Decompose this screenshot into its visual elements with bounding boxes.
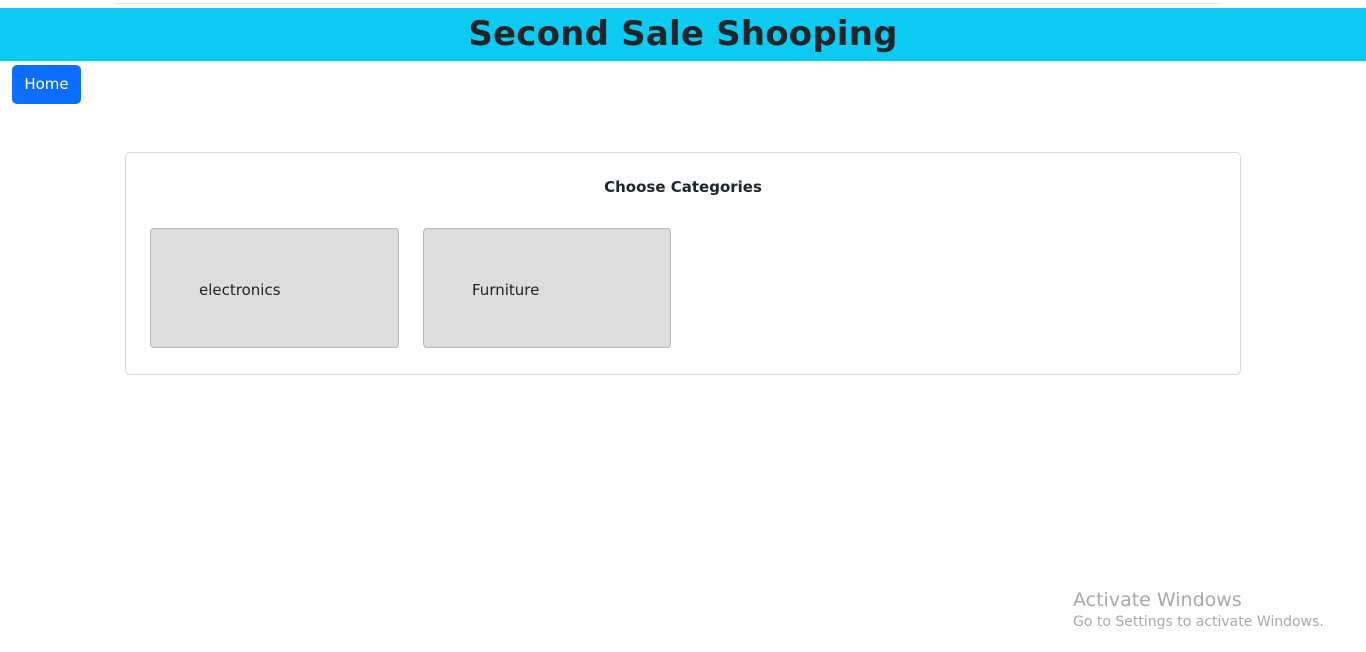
categories-card: Choose Categories electronics Furniture [125, 152, 1241, 375]
browser-top-strip [0, 0, 1366, 8]
home-button[interactable]: Home [12, 65, 81, 104]
windows-activation-watermark: Activate Windows Go to Settings to activ… [1073, 588, 1324, 632]
category-tile-furniture[interactable]: Furniture [423, 228, 671, 348]
site-header: Second Sale Shooping [0, 8, 1366, 61]
category-tile-electronics[interactable]: electronics [150, 228, 399, 348]
browser-top-edge [112, 0, 1222, 4]
site-title: Second Sale Shooping [468, 14, 898, 54]
categories-heading: Choose Categories [604, 178, 762, 196]
category-label: electronics [199, 281, 281, 299]
watermark-title: Activate Windows [1073, 589, 1242, 611]
watermark-subtitle: Go to Settings to activate Windows. [1073, 614, 1324, 630]
category-label: Furniture [472, 281, 540, 299]
